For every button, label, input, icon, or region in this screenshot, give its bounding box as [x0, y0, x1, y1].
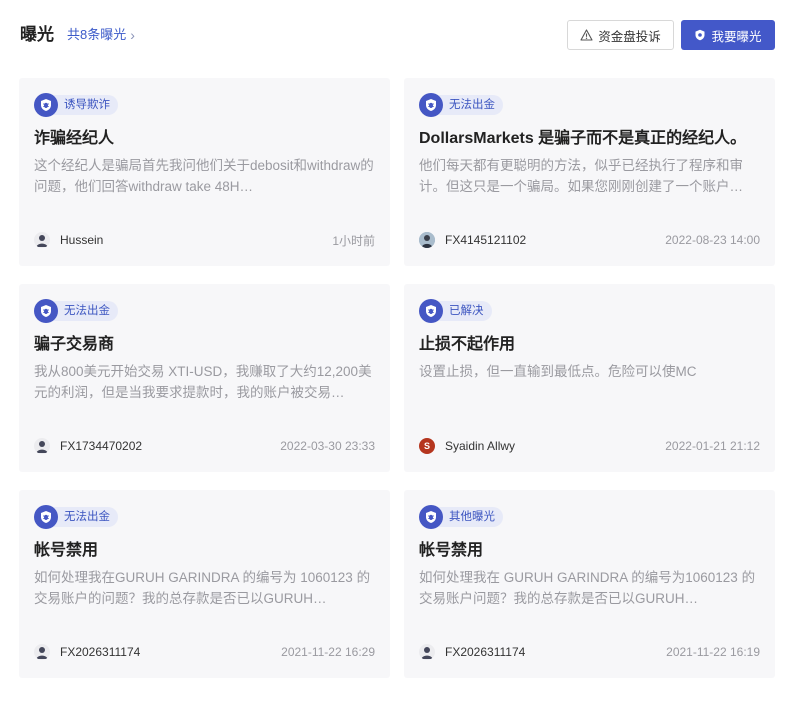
post-time: 2022-08-23 14:00: [665, 233, 760, 247]
card-description: 如何处理我在GURUH GARINDRA 的编号为 1060123 的交易账户的…: [34, 570, 371, 606]
exposure-card[interactable]: 无法出金 帐号禁用 如何处理我在GURUH GARINDRA 的编号为 1060…: [19, 490, 390, 678]
card-title: 诈骗经纪人: [34, 130, 115, 147]
category-tag: 诱导欺诈: [52, 95, 118, 115]
bug-shield-icon: [419, 505, 443, 529]
post-time: 1小时前: [332, 233, 375, 248]
exposure-count-link[interactable]: 共8条曝光 ›: [67, 26, 135, 44]
username: FX1734470202: [60, 439, 143, 453]
user-avatar: S: [419, 438, 435, 454]
warning-icon: [580, 29, 593, 41]
card-title: 止损不起作用: [419, 336, 516, 353]
username: FX2026311174: [445, 645, 526, 659]
card-description: 设置止损，但一直输到最低点。危险可以使MC: [419, 364, 697, 379]
post-time: 2022-03-30 23:33: [280, 439, 375, 453]
bug-shield-icon: [34, 299, 58, 323]
category-tag: 其他曝光: [437, 507, 503, 527]
category-tag: 无法出金: [437, 95, 503, 115]
post-time: 2021-11-22 16:29: [281, 645, 375, 659]
category-tag: 已解决: [437, 301, 492, 321]
card-footer: FX1734470202 2022-03-30 23:33: [34, 436, 375, 456]
chevron-right-icon: ›: [130, 27, 135, 43]
card-title: DollarsMarkets 是骗子而不是真正的经纪人。: [419, 130, 747, 147]
exposure-card[interactable]: 诱导欺诈 诈骗经纪人 这个经纪人是骗局首先我问他们关于debosit和withd…: [19, 78, 390, 266]
post-time: 2022-01-21 21:12: [665, 439, 760, 453]
username: Syaidin Allwy: [445, 439, 516, 453]
post-time: 2021-11-22 16:19: [666, 645, 760, 659]
card-title: 骗子交易商: [34, 336, 115, 353]
category-badge: 其他曝光: [419, 505, 503, 529]
card-footer: FX2026311174 2021-11-22 16:19: [419, 642, 760, 662]
card-footer: S Syaidin Allwy 2022-01-21 21:12: [419, 436, 760, 456]
category-badge: 已解决: [419, 299, 492, 323]
card-title: 帐号禁用: [419, 542, 484, 559]
bug-shield-icon: [34, 505, 58, 529]
card-footer: FX4145121102 2022-08-23 14:00: [419, 230, 760, 250]
category-badge: 诱导欺诈: [34, 93, 118, 117]
ponzi-complaint-label: 资金盘投诉: [598, 29, 661, 44]
exposure-card[interactable]: 已解决 止损不起作用 设置止损，但一直输到最低点。危险可以使MC S Syaid…: [404, 284, 775, 472]
card-title: 帐号禁用: [34, 542, 99, 559]
user-avatar: [34, 644, 50, 660]
category-badge: 无法出金: [34, 299, 118, 323]
user-avatar: [419, 644, 435, 660]
user-avatar: [34, 232, 50, 248]
bug-shield-icon: [694, 29, 706, 41]
card-description: 他们每天都有更聪明的方法，似乎已经执行了程序和审计。但这只是一个骗局。如果您刚刚…: [419, 158, 743, 194]
exposure-card[interactable]: 无法出金 骗子交易商 我从800美元开始交易 XTI-USD，我赚取了大约12,…: [19, 284, 390, 472]
exposure-card[interactable]: 无法出金 DollarsMarkets 是骗子而不是真正的经纪人。 他们每天都有…: [404, 78, 775, 266]
category-badge: 无法出金: [419, 93, 503, 117]
card-footer: Hussein 1小时前: [34, 230, 375, 250]
user-avatar: [34, 438, 50, 454]
user-avatar: [419, 232, 435, 248]
bug-shield-icon: [419, 299, 443, 323]
expose-button[interactable]: 我要曝光: [681, 20, 775, 50]
category-tag: 无法出金: [52, 507, 118, 527]
exposure-count-label: 共8条曝光: [67, 27, 127, 42]
ponzi-complaint-button[interactable]: 资金盘投诉: [567, 20, 674, 50]
bug-shield-icon: [34, 93, 58, 117]
username: Hussein: [60, 233, 104, 247]
bug-shield-icon: [419, 93, 443, 117]
card-description: 我从800美元开始交易 XTI-USD，我赚取了大约12,200美元的利润，但是…: [34, 364, 372, 400]
expose-button-label: 我要曝光: [711, 29, 762, 44]
username: FX4145121102: [445, 233, 527, 247]
page-title: 曝光: [20, 25, 54, 44]
exposure-card[interactable]: 其他曝光 帐号禁用 如何处理我在 GURUH GARINDRA 的编号为1060…: [404, 490, 775, 678]
page-header: 曝光 共8条曝光 › 资金盘投诉 我要曝光: [0, 0, 792, 70]
category-tag: 无法出金: [52, 301, 118, 321]
card-footer: FX2026311174 2021-11-22 16:29: [34, 642, 375, 662]
card-description: 如何处理我在 GURUH GARINDRA 的编号为1060123 的交易账户问…: [419, 570, 756, 606]
category-badge: 无法出金: [34, 505, 118, 529]
username: FX2026311174: [60, 645, 141, 659]
card-description: 这个经纪人是骗局首先我问他们关于debosit和withdraw的问题，他们回答…: [34, 158, 374, 194]
